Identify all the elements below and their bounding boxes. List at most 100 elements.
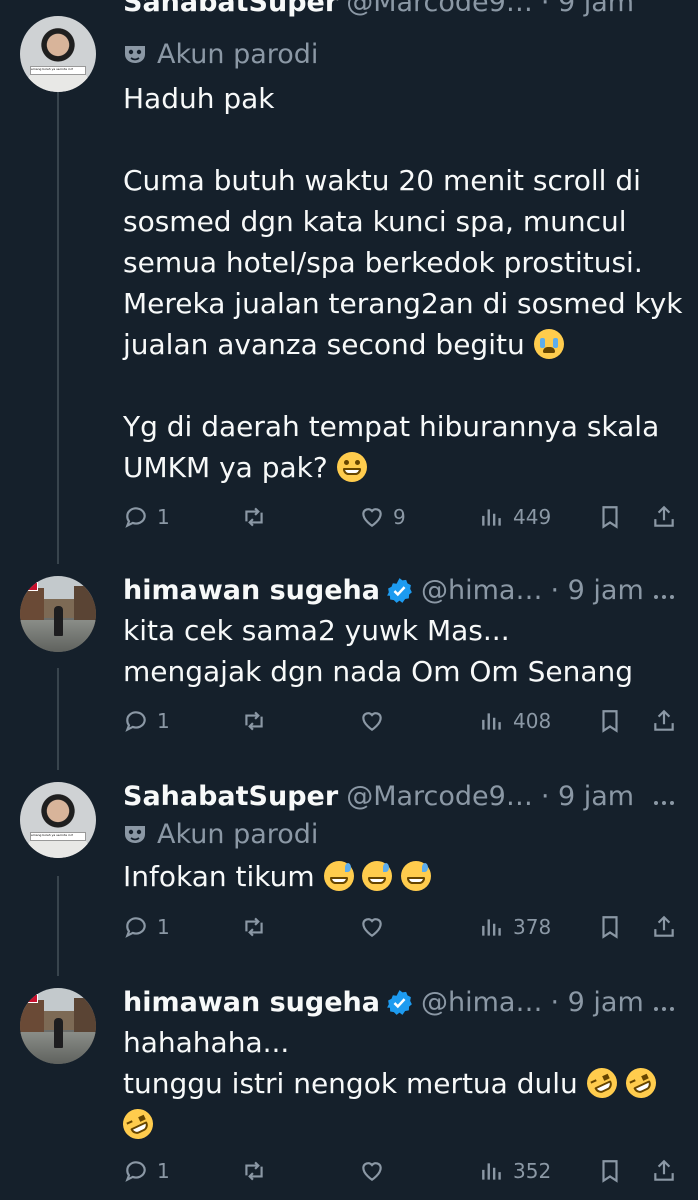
action-bar: 1 352 bbox=[123, 1154, 683, 1188]
timestamp[interactable]: · 9 jam bbox=[550, 575, 643, 606]
handle[interactable]: @Marcode9… bbox=[346, 781, 533, 812]
like-count: 9 bbox=[393, 505, 406, 529]
share-icon bbox=[654, 915, 674, 937]
avatar-flag bbox=[26, 582, 38, 591]
tweet-line: kita cek sama2 yuwk Mas... bbox=[123, 614, 510, 647]
reply-icon bbox=[125, 1161, 146, 1182]
like-button[interactable] bbox=[359, 1154, 385, 1188]
repost-icon bbox=[245, 507, 263, 527]
like-button[interactable] bbox=[359, 910, 385, 944]
bookmark-button[interactable] bbox=[597, 704, 623, 738]
views-button[interactable]: 352 bbox=[479, 1154, 551, 1188]
avatar-flag bbox=[26, 994, 38, 1003]
more-icon[interactable] bbox=[654, 998, 682, 1011]
bookmark-button[interactable] bbox=[597, 1154, 623, 1188]
reply-count: 1 bbox=[157, 505, 170, 529]
sweat-smile-icon bbox=[362, 861, 393, 891]
tweet-line: tunggu istri nengok mertua dulu bbox=[123, 1067, 578, 1100]
views-button[interactable]: 449 bbox=[479, 500, 551, 534]
views-icon bbox=[482, 713, 501, 730]
share-button[interactable] bbox=[651, 704, 677, 738]
views-icon bbox=[482, 509, 501, 526]
avatar-person bbox=[54, 1018, 63, 1048]
reply-button[interactable]: 1 bbox=[123, 500, 170, 534]
reply-button[interactable]: 1 bbox=[123, 910, 170, 944]
repost-button[interactable] bbox=[241, 500, 267, 534]
view-count: 378 bbox=[513, 915, 552, 939]
display-name[interactable]: himawan sugeha bbox=[123, 575, 380, 606]
tweet[interactable]: emang boleh ya secinta ini? SahabatSuper… bbox=[0, 776, 698, 976]
display-name[interactable]: himawan sugeha bbox=[123, 987, 380, 1018]
repost-icon bbox=[245, 917, 263, 937]
more-icon[interactable] bbox=[654, 586, 682, 599]
sweat-smile-icon bbox=[401, 861, 432, 891]
rolling-on-floor-laughing-icon bbox=[620, 1063, 661, 1103]
tweet-header: SahabatSuper @Marcode9… · 9 jam bbox=[123, 776, 634, 816]
tweet-line: hahahaha... bbox=[123, 1026, 290, 1059]
tweet-text: Infokan tikum bbox=[123, 856, 683, 897]
display-name[interactable]: SahabatSuper bbox=[123, 0, 338, 18]
views-button[interactable]: 408 bbox=[479, 704, 551, 738]
reply-icon bbox=[125, 507, 146, 528]
reply-count: 1 bbox=[157, 709, 170, 733]
bookmark-icon bbox=[602, 710, 618, 733]
share-button[interactable] bbox=[651, 1154, 677, 1188]
avatar[interactable]: emang boleh ya secinta ini? bbox=[20, 16, 96, 92]
rolling-on-floor-laughing-icon bbox=[118, 1104, 158, 1144]
share-button[interactable] bbox=[651, 500, 677, 534]
bookmark-button[interactable] bbox=[597, 500, 623, 534]
tweet-text: kita cek sama2 yuwk Mas... mengajak dgn … bbox=[123, 610, 683, 692]
tweet[interactable]: himawan sugeha @hima… · 9 jam kita cek s… bbox=[0, 570, 698, 770]
parody-text: Akun parodi bbox=[157, 818, 319, 850]
avatar-person bbox=[54, 606, 63, 636]
repost-icon bbox=[245, 1161, 263, 1181]
tweet-header: SahabatSuper @Marcode9… · 9 jam bbox=[123, 0, 634, 22]
parody-label: Akun parodi bbox=[123, 816, 318, 852]
loudly-crying-face-icon bbox=[533, 329, 564, 359]
avatar[interactable] bbox=[20, 988, 96, 1064]
timestamp[interactable]: · 9 jam bbox=[550, 987, 643, 1018]
handle[interactable]: @Marcode9… bbox=[346, 0, 533, 18]
display-name[interactable]: SahabatSuper bbox=[123, 781, 338, 812]
bookmark-icon bbox=[602, 916, 618, 939]
share-icon bbox=[654, 1159, 674, 1181]
views-button[interactable]: 378 bbox=[479, 910, 551, 944]
tweet[interactable]: emang boleh ya secinta ini? SahabatSuper… bbox=[0, 0, 698, 560]
avatar[interactable]: emang boleh ya secinta ini? bbox=[20, 782, 96, 858]
view-count: 408 bbox=[513, 709, 552, 733]
heart-icon bbox=[362, 712, 382, 731]
bookmark-icon bbox=[602, 506, 618, 529]
reply-button[interactable]: 1 bbox=[123, 1154, 170, 1188]
handle[interactable]: @hima… bbox=[421, 575, 542, 606]
timestamp[interactable]: · 9 jam bbox=[541, 781, 634, 812]
timestamp[interactable]: · 9 jam bbox=[541, 0, 634, 18]
sweat-smile-icon bbox=[323, 861, 354, 891]
tweet[interactable]: himawan sugeha @hima… · 9 jam hahahaha..… bbox=[0, 982, 698, 1200]
more-icon[interactable] bbox=[654, 792, 682, 805]
verified-badge-icon bbox=[387, 989, 412, 1015]
repost-button[interactable] bbox=[241, 1154, 267, 1188]
like-button[interactable] bbox=[359, 704, 385, 738]
verified-badge-icon bbox=[387, 577, 412, 603]
reply-count: 1 bbox=[157, 915, 170, 939]
tweet-paragraph: Yg di daerah tempat hiburannya skala UMK… bbox=[123, 410, 669, 484]
like-button[interactable]: 9 bbox=[359, 500, 406, 534]
tweet-header: himawan sugeha @hima… · 9 jam bbox=[123, 982, 644, 1022]
reply-count: 1 bbox=[157, 1159, 170, 1183]
avatar[interactable] bbox=[20, 576, 96, 652]
views-icon bbox=[482, 919, 501, 936]
handle[interactable]: @hima… bbox=[421, 987, 542, 1018]
heart-icon bbox=[362, 1162, 382, 1181]
repost-button[interactable] bbox=[241, 704, 267, 738]
views-icon bbox=[482, 1163, 501, 1180]
reply-icon bbox=[125, 917, 146, 938]
reply-button[interactable]: 1 bbox=[123, 704, 170, 738]
bookmark-button[interactable] bbox=[597, 910, 623, 944]
view-count: 449 bbox=[513, 505, 552, 529]
mask-icon bbox=[125, 826, 145, 843]
repost-button[interactable] bbox=[241, 910, 267, 944]
grinning-face-icon bbox=[336, 452, 367, 482]
avatar-caption: emang boleh ya secinta ini? bbox=[30, 66, 86, 75]
action-bar: 1 9 449 bbox=[123, 500, 683, 534]
share-button[interactable] bbox=[651, 910, 677, 944]
